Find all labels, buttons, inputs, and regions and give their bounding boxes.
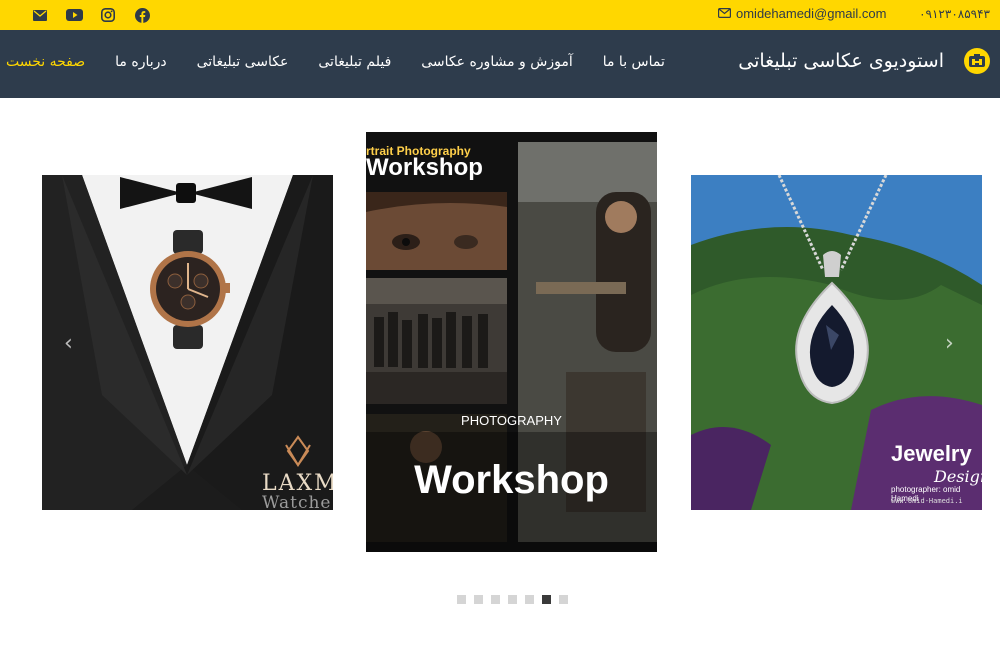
slider-dot[interactable] [491, 595, 500, 604]
nav-menu: تماس با ما آموزش و مشاوره عکاسی فیلم تبل… [6, 54, 665, 70]
watch-suit-image [42, 175, 333, 510]
top-bar: omidehamedi@gmail.com ۰۹۱۲۳۰۸۵۹۴۳ [0, 0, 1000, 30]
social-links [30, 6, 152, 24]
slide-caption-small: PHOTOGRAPHY [461, 413, 562, 428]
nav-item-about[interactable]: درباره ما [115, 54, 166, 70]
nav-item-photography[interactable]: عکاسی تبلیغاتی [197, 54, 289, 70]
slider-dot[interactable] [457, 595, 466, 604]
instagram-icon[interactable] [98, 6, 118, 24]
jewelry-subtitle: Design [934, 467, 982, 486]
prev-arrow-icon[interactable]: ‹ [64, 331, 73, 356]
slider-dot[interactable] [525, 595, 534, 604]
slider-dots [457, 595, 568, 604]
slider-dot[interactable] [474, 595, 483, 604]
brand[interactable]: استودیوی عکاسی تبلیغاتی [738, 48, 990, 74]
poster-heading: Workshop [366, 154, 483, 181]
envelope-icon [718, 6, 732, 21]
main-navbar: استودیوی عکاسی تبلیغاتی تماس با ما آموزش… [0, 30, 1000, 98]
email-link[interactable]: omidehamedi@gmail.com [718, 6, 886, 21]
nav-item-contact[interactable]: تماس با ما [603, 54, 665, 70]
slide-workshop[interactable]: rtrait Photography Workshop PHOTOGRAPHY … [366, 132, 657, 552]
slider-dot[interactable] [508, 595, 517, 604]
facebook-icon[interactable] [132, 6, 152, 24]
nav-item-home[interactable]: صفحه نخست [6, 54, 85, 70]
jewelry-title: Jewelry [891, 441, 972, 466]
slider-dot[interactable] [559, 595, 568, 604]
watch-brand-sub: Watche [262, 493, 332, 510]
nav-item-video[interactable]: فیلم تبلیغاتی [318, 54, 391, 70]
email-text: omidehamedi@gmail.com [736, 6, 887, 21]
slide-watch[interactable]: ‹ LAXM Watche [42, 175, 333, 510]
nav-item-training[interactable]: آموزش و مشاوره عکاسی [421, 54, 572, 70]
studio-logo-icon [964, 48, 990, 74]
slider-dot-active[interactable] [542, 595, 551, 604]
youtube-icon[interactable] [64, 6, 84, 24]
next-arrow-icon[interactable]: › [945, 331, 954, 356]
phone-number[interactable]: ۰۹۱۲۳۰۸۵۹۴۳ [919, 7, 990, 21]
mail-icon[interactable] [30, 6, 50, 24]
brand-name: استودیوی عکاسی تبلیغاتی [738, 50, 944, 72]
jewelry-url: www.omid-Hamedi.i [891, 497, 963, 505]
slide-caption-big: Workshop [414, 458, 609, 502]
slide-jewelry[interactable]: › Jewelry Design photographer: omid Hame… [691, 175, 982, 510]
